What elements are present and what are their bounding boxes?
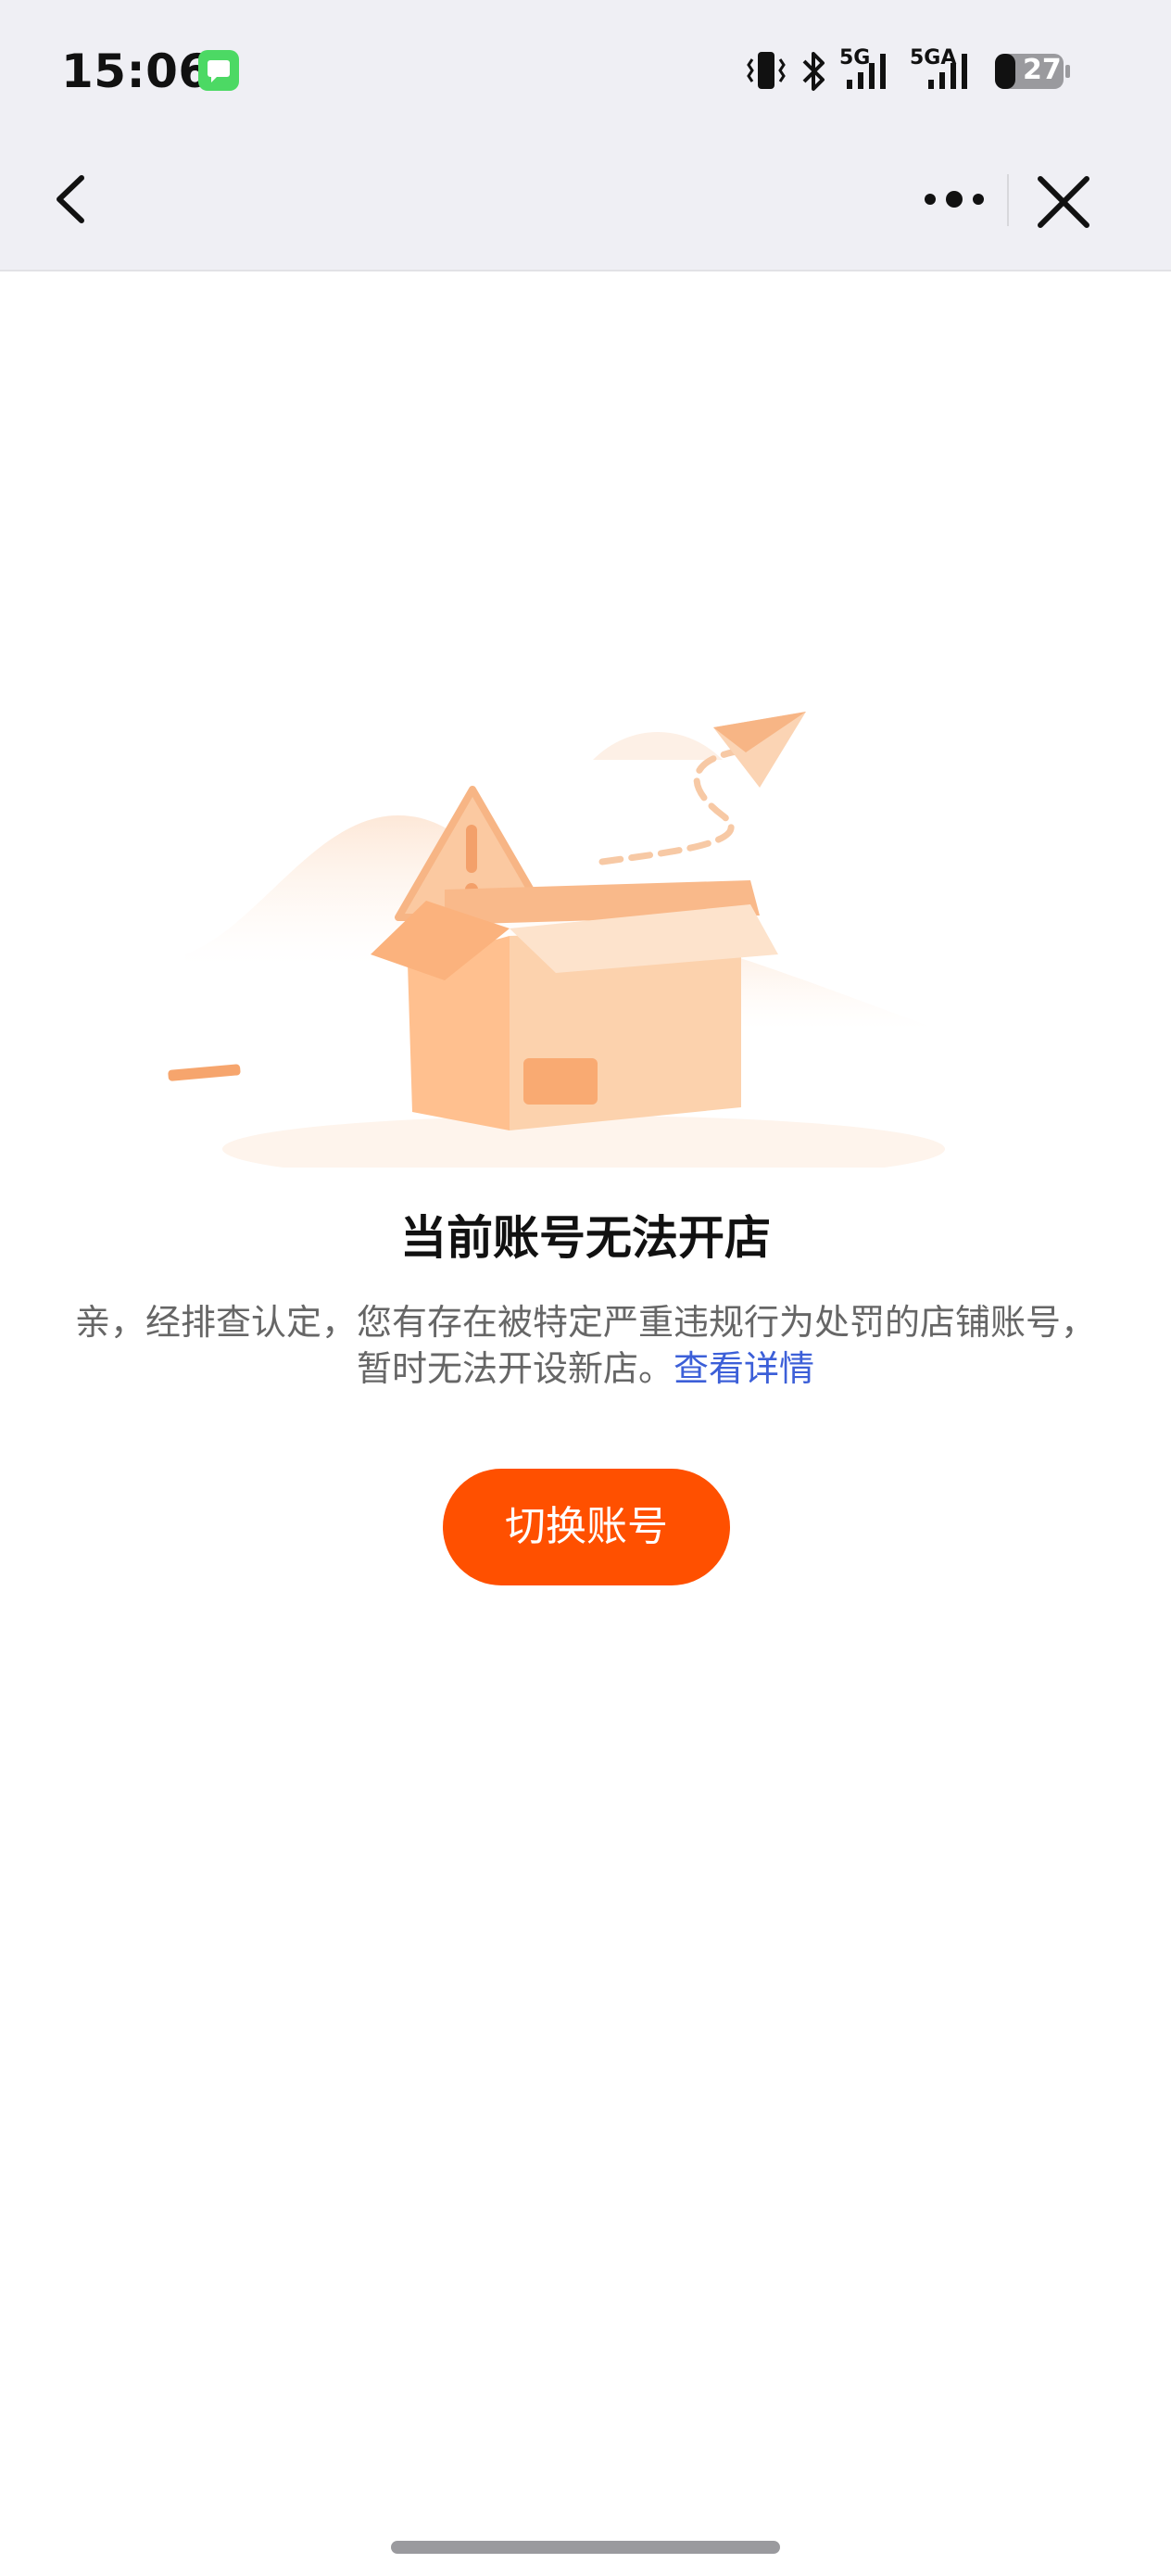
signal-icon-2 [928, 54, 967, 89]
home-indicator[interactable] [391, 2541, 780, 2554]
nav-divider [1007, 174, 1009, 226]
message-app-icon [198, 50, 239, 91]
warning-box-illustration [168, 712, 945, 1168]
description: 亲，经排查认定，您有存在被特定严重违规行为处罚的店铺账号，暂时无法开设新店。查看… [74, 1299, 1097, 1392]
more-options-button[interactable] [917, 181, 991, 218]
signal-icon-1 [847, 54, 886, 89]
top-bar: 15:06 5G 5GA 27 [0, 0, 1171, 271]
back-button[interactable] [46, 167, 102, 232]
vibrate-icon [747, 52, 786, 89]
page-title: 当前账号无法开店 [400, 1211, 771, 1265]
close-button[interactable] [1033, 171, 1094, 233]
status-icons: 5G 5GA 27 [745, 46, 1097, 96]
description-text: 亲，经排查认定，您有存在被特定严重违规行为处罚的店铺账号，暂时无法开设新店。 [74, 1302, 1096, 1389]
battery-level: 27 [1023, 54, 1062, 86]
status-time: 15:06 [61, 44, 211, 98]
view-details-link[interactable]: 查看详情 [674, 1348, 814, 1389]
bluetooth-icon [802, 52, 825, 91]
switch-account-button[interactable]: 切换账号 [443, 1469, 730, 1585]
